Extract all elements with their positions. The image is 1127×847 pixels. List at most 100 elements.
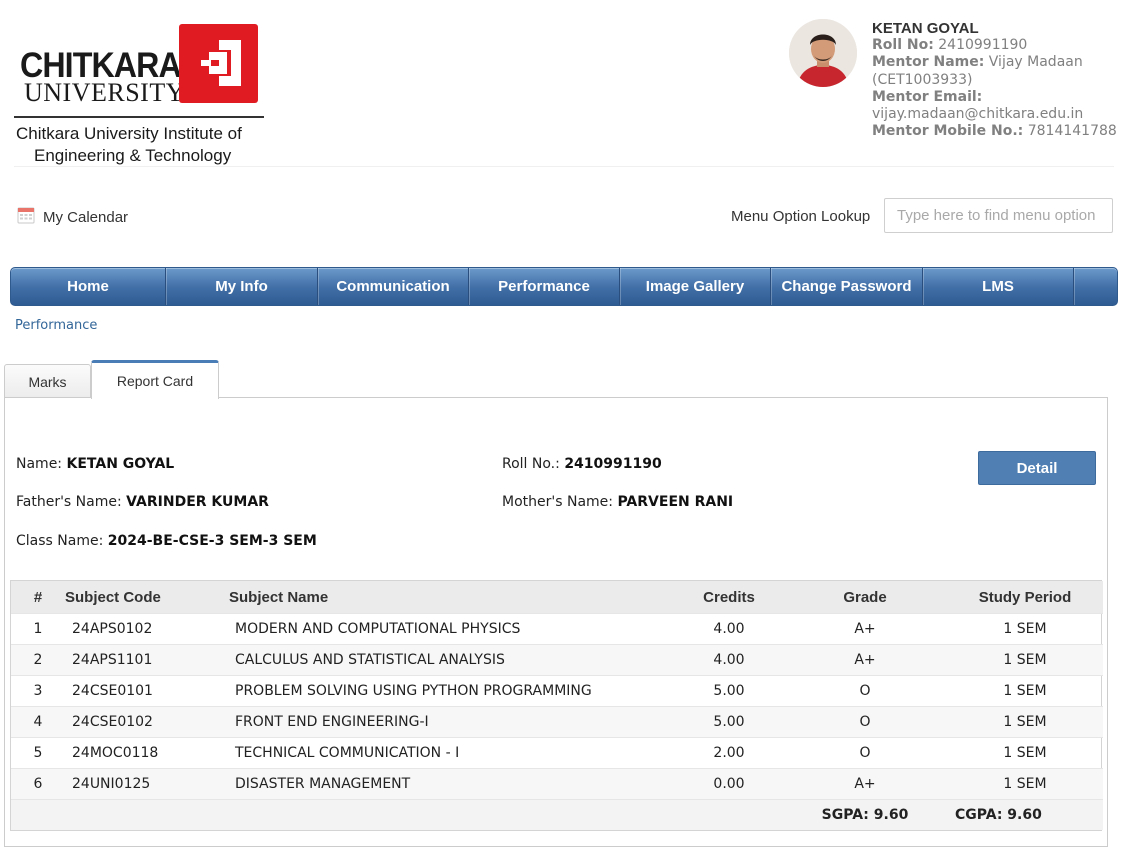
calendar-label: My Calendar (43, 208, 129, 226)
logo-emblem-icon (179, 24, 258, 103)
cell-credits: 0.00 (675, 768, 783, 800)
father-name-value: VARINDER KUMAR (126, 494, 269, 510)
cell-code: 24CSE0102 (65, 706, 225, 738)
cell-grade: A+ (783, 613, 947, 645)
cell-code: 24CSE0101 (65, 675, 225, 707)
summary-row: SGPA: 9.60 CGPA: 9.60 (11, 799, 1103, 830)
cell-credits: 5.00 (675, 706, 783, 738)
cell-name: FRONT END ENGINEERING-I (225, 706, 675, 738)
cell-period: 1 SEM (947, 644, 1103, 676)
nav-lms[interactable]: LMS (923, 268, 1074, 305)
university-logo: CHITKARA UNIVERSITY Chitkara University … (14, 22, 266, 168)
mother-name: Mother's Name: PARVEEN RANI (502, 494, 733, 510)
cgpa-value: CGPA: 9.60 (947, 799, 1103, 830)
my-calendar-link[interactable]: My Calendar (17, 205, 128, 229)
tab-report-card[interactable]: Report Card (91, 360, 219, 399)
student-name: Name: KETAN GOYAL (16, 456, 174, 472)
breadcrumb[interactable]: Performance (15, 318, 97, 333)
grades-table: # Subject Code Subject Name Credits Grad… (10, 580, 1103, 831)
table-row: 4 24CSE0102 FRONT END ENGINEERING-I 5.00… (11, 706, 1103, 738)
detail-button[interactable]: Detail (978, 451, 1096, 485)
cell-name: PROBLEM SOLVING USING PYTHON PROGRAMMING (225, 675, 675, 707)
menu-lookup-label: Menu Option Lookup (731, 208, 871, 225)
class-name-label: Class Name: (16, 533, 104, 549)
mother-name-label: Mother's Name: (502, 494, 613, 510)
menu-lookup-input[interactable] (884, 198, 1113, 233)
cell-code: 24MOC0118 (65, 737, 225, 769)
cell-num: 6 (11, 768, 65, 800)
table-row: 2 24APS1101 CALCULUS AND STATISTICAL ANA… (11, 644, 1103, 676)
nav-change-password[interactable]: Change Password (771, 268, 923, 305)
profile-info: KETAN GOYAL Roll No: 2410991190 Mentor N… (872, 20, 1122, 140)
cell-name: DISASTER MANAGEMENT (225, 768, 675, 800)
mother-name-value: PARVEEN RANI (617, 494, 734, 510)
profile-roll: Roll No: 2410991190 (872, 37, 1122, 54)
calendar-icon (17, 206, 35, 228)
cell-grade: O (783, 737, 947, 769)
nav-performance[interactable]: Performance (469, 268, 620, 305)
cell-period: 1 SEM (947, 768, 1103, 800)
mentor-email-value: vijay.madaan@chitkara.edu.in (872, 106, 1084, 123)
profile-name: KETAN GOYAL (872, 20, 979, 37)
col-header-credits: Credits (675, 581, 783, 614)
student-roll-label: Roll No.: (502, 456, 560, 472)
mentor-mobile-label: Mentor Mobile No.: (872, 123, 1024, 140)
col-header-code: Subject Code (65, 581, 225, 614)
nav-home[interactable]: Home (11, 268, 166, 305)
profile-mentor-email: Mentor Email: vijay.madaan@chitkara.edu.i… (872, 89, 1122, 123)
tab-marks[interactable]: Marks (4, 364, 91, 398)
profile-roll-label: Roll No: (872, 37, 934, 54)
student-roll-value: 2410991190 (564, 456, 662, 472)
cell-credits: 4.00 (675, 644, 783, 676)
class-name: Class Name: 2024-BE-CSE-3 SEM-3 SEM (16, 533, 317, 549)
cell-grade: A+ (783, 644, 947, 676)
cell-period: 1 SEM (947, 706, 1103, 738)
table-row: 3 24CSE0101 PROBLEM SOLVING USING PYTHON… (11, 675, 1103, 707)
father-name: Father's Name: VARINDER KUMAR (16, 494, 269, 510)
cell-period: 1 SEM (947, 613, 1103, 645)
father-name-label: Father's Name: (16, 494, 122, 510)
nav-communication[interactable]: Communication (318, 268, 469, 305)
mentor-name-label: Mentor Name: (872, 54, 985, 71)
cell-grade: O (783, 675, 947, 707)
mentor-email-label: Mentor Email: (872, 88, 983, 105)
header-divider (14, 166, 1114, 167)
avatar (789, 19, 857, 87)
cell-code: 24APS1101 (65, 644, 225, 676)
table-header-row: # Subject Code Subject Name Credits Grad… (11, 581, 1103, 614)
cell-code: 24APS0102 (65, 613, 225, 645)
logo-divider (14, 116, 264, 118)
table-row: 5 24MOC0118 TECHNICAL COMMUNICATION - I … (11, 737, 1103, 769)
student-name-label: Name: (16, 456, 63, 472)
cell-grade: O (783, 706, 947, 738)
col-header-name: Subject Name (225, 581, 675, 614)
col-header-period: Study Period (947, 581, 1103, 614)
summary-spacer (11, 799, 783, 830)
institute-name-line1: Chitkara University Institute of (16, 124, 242, 143)
table-row: 1 24APS0102 MODERN AND COMPUTATIONAL PHY… (11, 613, 1103, 645)
logo-wordmark-university: UNIVERSITY (24, 78, 185, 107)
cell-num: 4 (11, 706, 65, 738)
cell-num: 5 (11, 737, 65, 769)
nav-image-gallery[interactable]: Image Gallery (620, 268, 771, 305)
cell-grade: A+ (783, 768, 947, 800)
cell-name: TECHNICAL COMMUNICATION - I (225, 737, 675, 769)
cell-name: MODERN AND COMPUTATIONAL PHYSICS (225, 613, 675, 645)
cell-credits: 2.00 (675, 737, 783, 769)
cell-period: 1 SEM (947, 737, 1103, 769)
cell-code: 24UNI0125 (65, 768, 225, 800)
sgpa-value: SGPA: 9.60 (783, 799, 947, 830)
nav-filler (1074, 268, 1117, 305)
cell-credits: 4.00 (675, 613, 783, 645)
mentor-mobile-value: 7814141788 (1027, 123, 1117, 140)
cell-num: 3 (11, 675, 65, 707)
cell-num: 2 (11, 644, 65, 676)
student-roll: Roll No.: 2410991190 (502, 456, 662, 472)
student-name-value: KETAN GOYAL (66, 456, 175, 472)
cell-credits: 5.00 (675, 675, 783, 707)
profile-mentor-name: Mentor Name: Vijay Madaan (CET1003933) (872, 54, 1122, 88)
col-header-grade: Grade (783, 581, 947, 614)
table-row: 6 24UNI0125 DISASTER MANAGEMENT 0.00 A+ … (11, 768, 1103, 800)
nav-my-info[interactable]: My Info (166, 268, 318, 305)
main-nav: Home My Info Communication Performance I… (10, 267, 1118, 306)
